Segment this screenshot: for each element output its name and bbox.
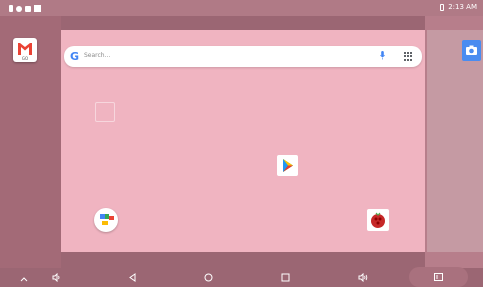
back-icon[interactable] <box>128 273 137 282</box>
status-bar: 2:13 AM <box>0 0 483 16</box>
google-photos-icon[interactable] <box>94 208 118 232</box>
google-search-bar[interactable]: G Search... <box>64 46 422 67</box>
sim-icon <box>9 5 13 12</box>
app-drawer-button[interactable] <box>409 267 468 287</box>
up-arrow-icon[interactable] <box>20 276 28 282</box>
search-placeholder: Search... <box>84 52 111 59</box>
photos-folder-icon <box>100 214 114 225</box>
clock: 2:13 AM <box>448 3 477 11</box>
notification-app-icon <box>25 5 31 12</box>
home-icon[interactable] <box>204 273 213 282</box>
google-play-icon[interactable] <box>277 155 298 176</box>
blackberry-icon[interactable] <box>367 209 389 231</box>
app-grid-icon[interactable] <box>404 52 413 61</box>
notification-dot-icon <box>16 5 22 12</box>
notification-icons <box>9 4 41 13</box>
camera-icon[interactable] <box>462 40 481 61</box>
app-drawer-icon <box>434 273 443 281</box>
battery-icon <box>440 3 445 11</box>
recents-icon[interactable] <box>281 273 290 282</box>
volume-down-icon[interactable] <box>52 273 61 282</box>
square-notification-icon <box>34 5 41 12</box>
gmail-icon[interactable]: GO <box>13 38 37 62</box>
gmail-badge: GO <box>21 56 29 61</box>
google-logo-icon: G <box>70 50 80 63</box>
status-right: 2:13 AM <box>440 3 477 11</box>
camera-glyph-icon <box>466 45 477 55</box>
next-screen-preview[interactable] <box>427 30 483 252</box>
empty-widget-placeholder <box>95 102 115 122</box>
volume-up-icon[interactable] <box>358 273 368 282</box>
play-triangle-icon <box>283 159 293 172</box>
raspberry-icon <box>371 212 385 228</box>
microphone-icon[interactable] <box>380 51 385 60</box>
